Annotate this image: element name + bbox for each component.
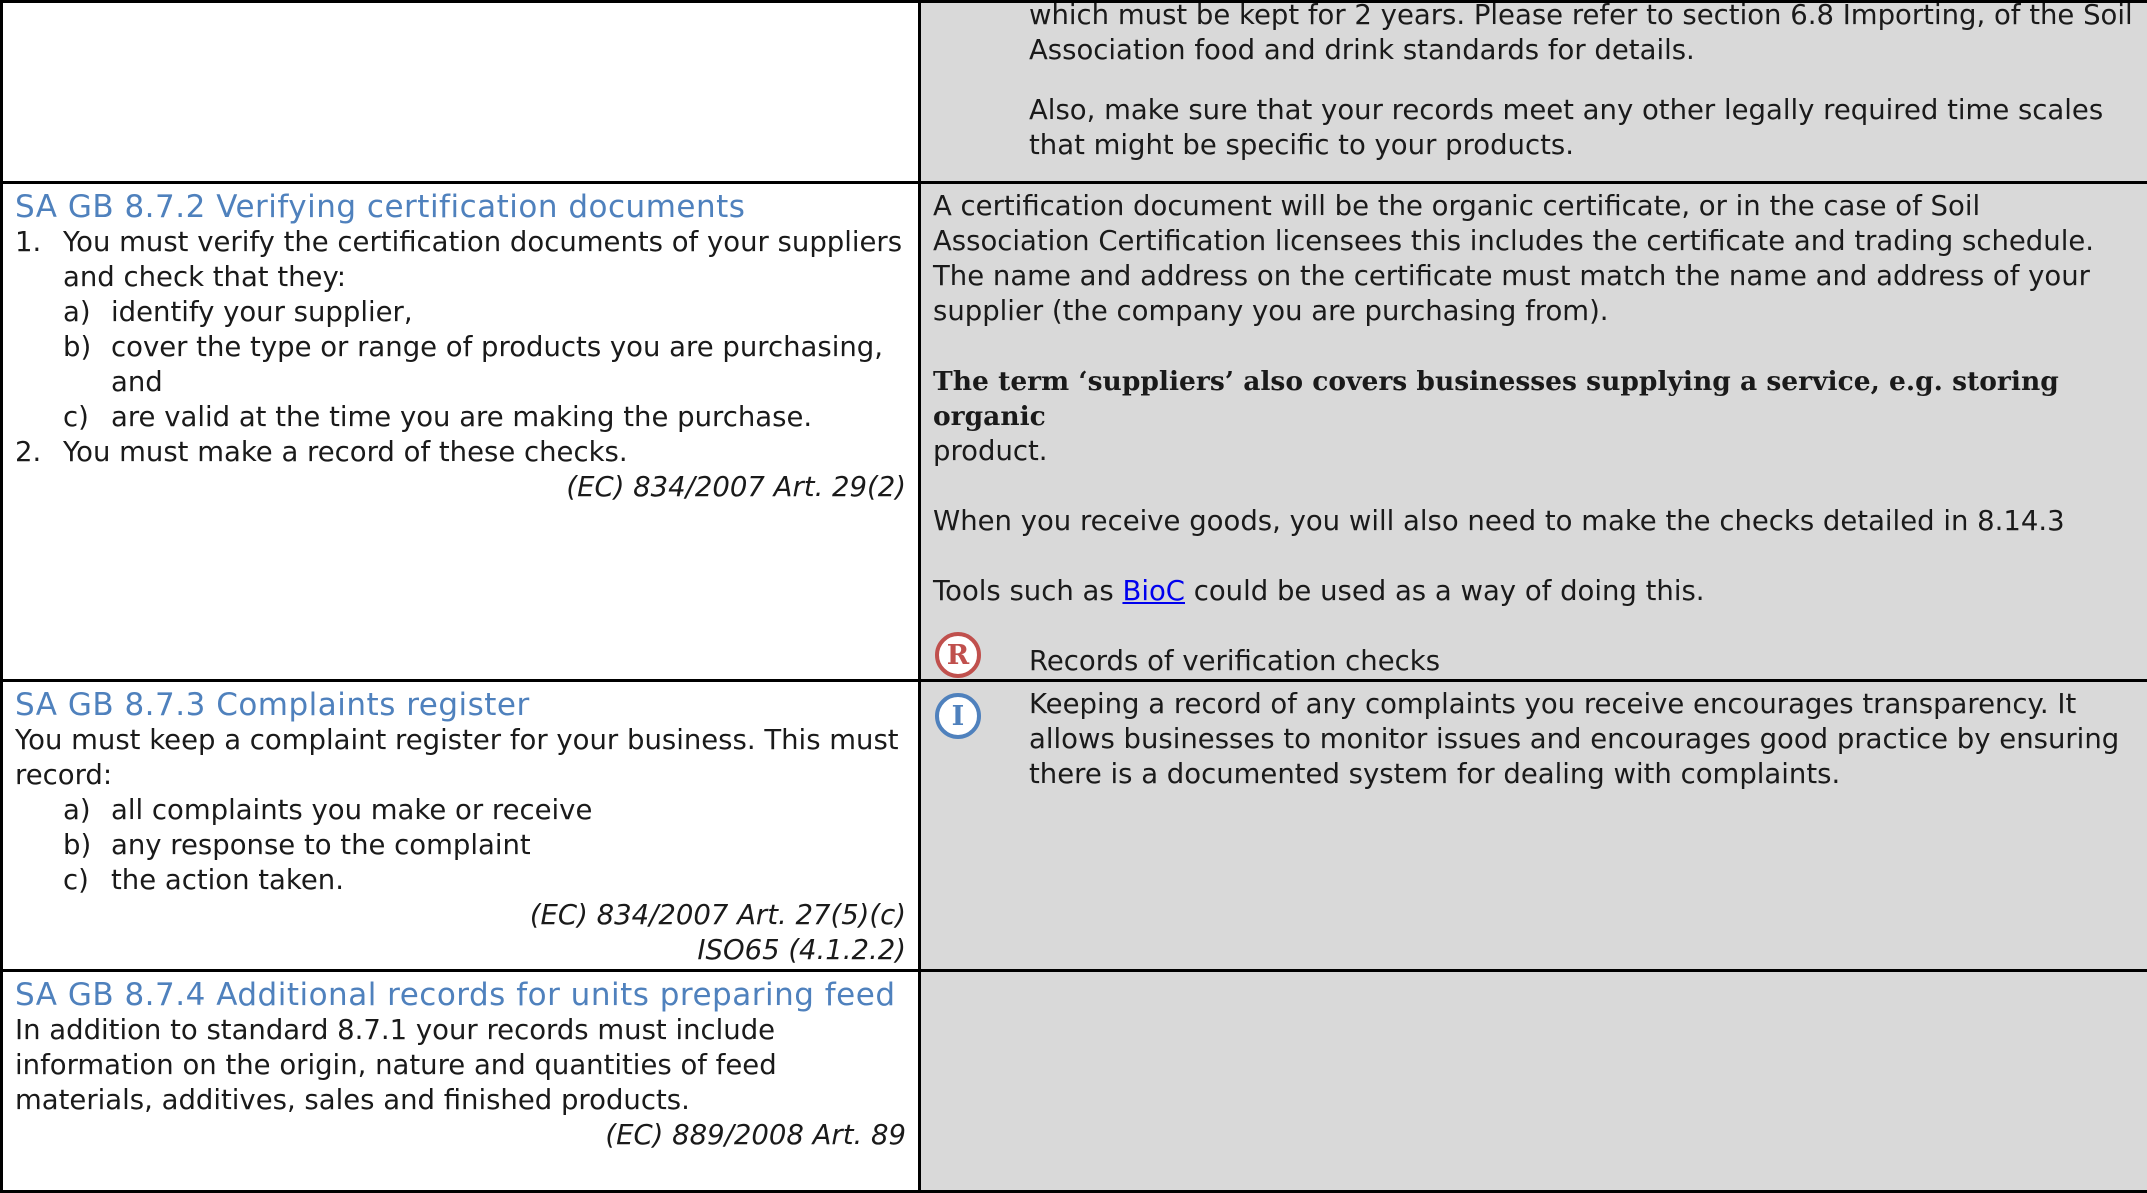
table-row: which must be kept for 2 years. Please r… xyxy=(2,2,2147,183)
sub-item: a) all complaints you make or receive xyxy=(63,793,906,828)
record-icon: R xyxy=(935,632,981,678)
legal-reference: (EC) 834/2007 Art. 29(2) xyxy=(15,470,906,505)
records-note: R Records of verification checks xyxy=(933,644,2135,679)
guidance-text: When you receive goods, you will also ne… xyxy=(933,504,2135,539)
guidance-text-suppliers: The term ‘suppliers’ also covers busines… xyxy=(933,364,2135,469)
guidance-cell-8-7-2: A certification document will be the org… xyxy=(920,183,2147,681)
standard-heading: SA GB 8.7.3 Complaints register xyxy=(15,687,906,723)
sub-item: c) the action taken. xyxy=(63,863,906,898)
table-row: SA GB 8.7.3 Complaints register You must… xyxy=(2,681,2147,971)
tools-text-before: Tools such as xyxy=(933,575,1122,607)
sub-text: all complaints you make or receive xyxy=(111,794,592,826)
sub-item: b) cover the type or range of products y… xyxy=(63,330,906,400)
legal-reference: ISO65 (4.1.2.2) xyxy=(15,933,906,968)
sub-text: are valid at the time you are making the… xyxy=(111,401,812,433)
table-row: SA GB 8.7.2 Verifying certification docu… xyxy=(2,183,2147,681)
sub-label: a) xyxy=(63,793,91,828)
guidance-cell-empty xyxy=(920,971,2147,1192)
guidance-cell-continuation: which must be kept for 2 years. Please r… xyxy=(920,2,2147,183)
sub-list: a) all complaints you make or receive b)… xyxy=(15,793,906,898)
requirement-text: In addition to standard 8.7.1 your recor… xyxy=(15,1013,906,1118)
standard-heading: SA GB 8.7.2 Verifying certification docu… xyxy=(15,189,906,225)
record-text: Records of verification checks xyxy=(1029,645,1440,677)
sub-list: a) identify your supplier, b) cover the … xyxy=(63,295,906,435)
info-text: Keeping a record of any complaints you r… xyxy=(1029,688,2119,790)
sub-label: b) xyxy=(63,828,91,863)
requirement-item: 2. You must make a record of these check… xyxy=(15,435,906,470)
table-row: SA GB 8.7.4 Additional records for units… xyxy=(2,971,2147,1192)
guidance-cell-8-7-3: I Keeping a record of any complaints you… xyxy=(920,681,2147,971)
guidance-text-tools: Tools such as BioC could be used as a wa… xyxy=(933,574,2135,609)
bold-note: The term ‘suppliers’ also covers busines… xyxy=(933,366,2059,432)
note-continuation: product. xyxy=(933,435,1048,467)
sub-label: b) xyxy=(63,330,91,365)
sub-item: b) any response to the complaint xyxy=(63,828,906,863)
sub-item: c) are valid at the time you are making … xyxy=(63,400,906,435)
requirement-item: 1. You must verify the certification doc… xyxy=(15,225,906,435)
bioc-link[interactable]: BioC xyxy=(1122,575,1185,607)
item-number: 2. xyxy=(15,435,41,470)
item-text: You must verify the certification docume… xyxy=(63,226,902,293)
sub-label: c) xyxy=(63,863,89,898)
standard-cell-8-7-2: SA GB 8.7.2 Verifying certification docu… xyxy=(2,183,920,681)
tools-text-after: could be used as a way of doing this. xyxy=(1185,575,1705,607)
guidance-text: Also, make sure that your records meet a… xyxy=(933,93,2135,163)
standard-cell-empty xyxy=(2,2,920,183)
item-text: You must make a record of these checks. xyxy=(63,436,628,468)
standard-heading: SA GB 8.7.4 Additional records for units… xyxy=(15,977,906,1013)
sub-text: identify your supplier, xyxy=(111,296,413,328)
info-note: I Keeping a record of any complaints you… xyxy=(933,687,2135,792)
item-number: 1. xyxy=(15,225,41,260)
standards-table: which must be kept for 2 years. Please r… xyxy=(0,0,2147,1193)
sub-text: cover the type or range of products you … xyxy=(111,331,883,398)
sub-item: a) identify your supplier, xyxy=(63,295,906,330)
standard-cell-8-7-3: SA GB 8.7.3 Complaints register You must… xyxy=(2,681,920,971)
legal-reference: (EC) 889/2008 Art. 89 xyxy=(15,1118,906,1153)
sub-text: any response to the complaint xyxy=(111,829,531,861)
requirement-intro: You must keep a complaint register for y… xyxy=(15,723,906,793)
requirement-list: 1. You must verify the certification doc… xyxy=(15,225,906,470)
legal-reference: (EC) 834/2007 Art. 27(5)(c) xyxy=(15,898,906,933)
standard-cell-8-7-4: SA GB 8.7.4 Additional records for units… xyxy=(2,971,920,1192)
info-icon: I xyxy=(935,693,981,739)
sub-label: c) xyxy=(63,400,89,435)
guidance-text: A certification document will be the org… xyxy=(933,189,2135,329)
guidance-text: which must be kept for 2 years. Please r… xyxy=(933,2,2135,69)
sub-text: the action taken. xyxy=(111,864,344,896)
sub-label: a) xyxy=(63,295,91,330)
